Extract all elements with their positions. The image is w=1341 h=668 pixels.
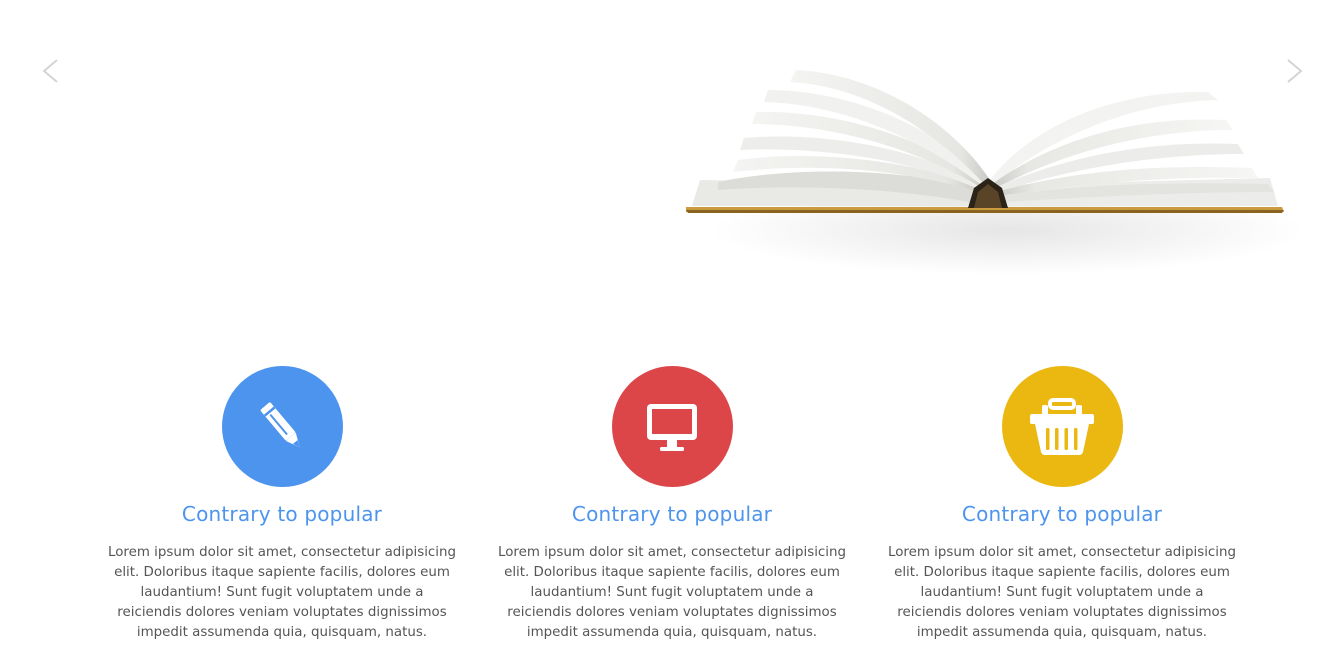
feature-title[interactable]: Contrary to popular (492, 499, 852, 529)
slider-prev-button[interactable] (38, 57, 66, 85)
chevron-right-icon (1287, 59, 1303, 83)
feature-title[interactable]: Contrary to popular (882, 499, 1242, 529)
feature-icon-circle (611, 366, 733, 487)
feature-icon-circle (221, 366, 343, 487)
feature-card: Contrary to popular Lorem ipsum dolor si… (882, 366, 1242, 643)
slider-next-button[interactable] (1279, 57, 1307, 85)
open-book-image (686, 70, 1298, 275)
feature-description: Lorem ipsum dolor sit amet, consectetur … (498, 545, 846, 640)
features-section: Contrary to popular Lorem ipsum dolor si… (0, 366, 1341, 656)
pencil-icon (260, 401, 300, 447)
feature-card: Contrary to popular Lorem ipsum dolor si… (492, 366, 852, 643)
feature-description: Lorem ipsum dolor sit amet, consectetur … (108, 545, 456, 640)
page: Contrary to popular Lorem ipsum dolor si… (0, 0, 1341, 668)
chevron-left-icon (42, 59, 58, 83)
hero-slider (0, 0, 1341, 300)
feature-card: Contrary to popular Lorem ipsum dolor si… (102, 366, 462, 643)
feature-title[interactable]: Contrary to popular (102, 499, 462, 529)
basket-icon (1030, 397, 1094, 455)
monitor-icon (647, 403, 697, 451)
feature-icon-circle (1001, 366, 1123, 487)
feature-description: Lorem ipsum dolor sit amet, consectetur … (888, 545, 1236, 640)
